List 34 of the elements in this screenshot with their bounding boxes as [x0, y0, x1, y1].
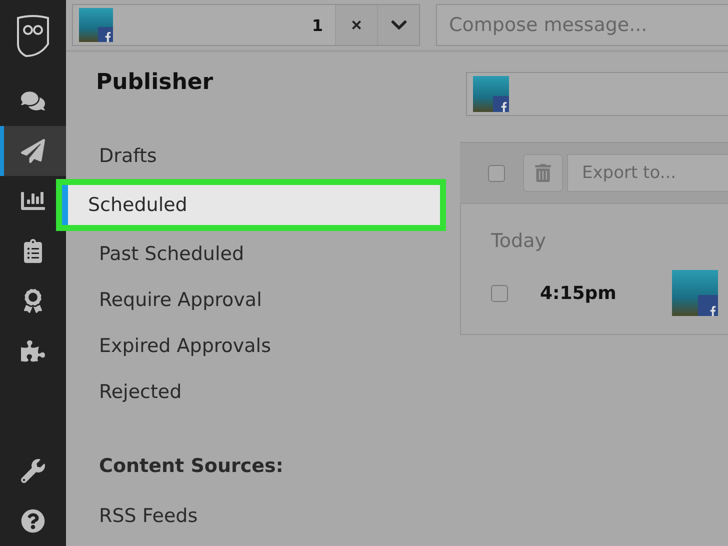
- row-checkbox[interactable]: [491, 284, 508, 302]
- section-heading: Content Sources:: [99, 455, 284, 477]
- clear-button[interactable]: ×: [335, 5, 377, 45]
- help-icon: [21, 509, 45, 533]
- facebook-icon: [103, 32, 113, 42]
- menu-item[interactable]: Drafts: [66, 133, 460, 179]
- menu-item[interactable]: RSS Feeds: [99, 493, 460, 539]
- chat-icon: [21, 89, 45, 113]
- menu-item[interactable]: Expired Approvals: [66, 323, 460, 369]
- profile-count: 1: [312, 16, 323, 34]
- wrench-icon: [21, 459, 45, 483]
- menu-item[interactable]: Require Approval: [66, 277, 460, 323]
- profile-filter-field[interactable]: [466, 72, 728, 116]
- menu-item[interactable]: Rejected: [66, 369, 460, 415]
- facebook-icon: [708, 306, 718, 316]
- profile-selector[interactable]: 1 ×: [72, 4, 420, 46]
- rail-nav-button[interactable]: [0, 126, 66, 176]
- compose-field[interactable]: Compose message...: [436, 4, 728, 46]
- select-all-checkbox[interactable]: [488, 164, 505, 182]
- award-icon: [21, 289, 45, 313]
- paper-plane-icon: [21, 139, 45, 163]
- trash-icon: [534, 164, 552, 182]
- date-heading: Today: [491, 230, 547, 252]
- menu-item[interactable]: Past Scheduled: [66, 231, 460, 277]
- owl-logo-icon[interactable]: [16, 14, 50, 58]
- clipboard-icon: [21, 239, 45, 263]
- dropdown-button[interactable]: [377, 5, 419, 45]
- menu-item[interactable]: Scheduled: [56, 179, 446, 231]
- facebook-icon: [499, 102, 509, 112]
- puzzle-icon: [21, 339, 45, 363]
- scheduled-time: 4:15pm: [540, 282, 616, 304]
- bar-chart-icon: [21, 189, 45, 213]
- export-field[interactable]: Export to...: [567, 154, 728, 192]
- page-title: Publisher: [96, 70, 214, 95]
